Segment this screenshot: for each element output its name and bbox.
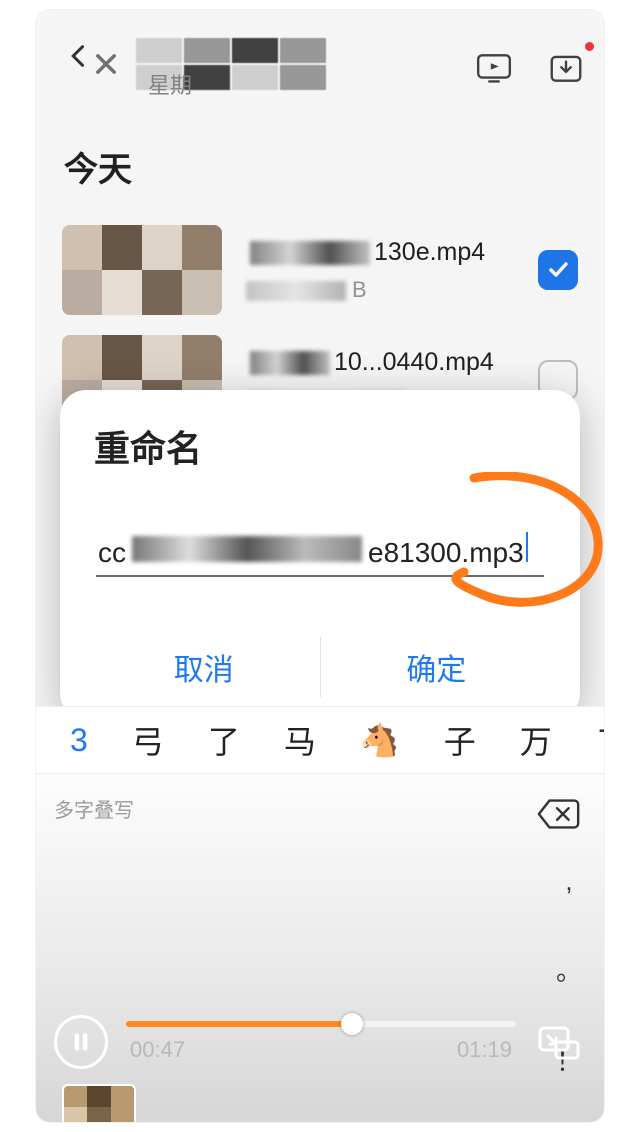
progress-knob[interactable] (341, 1013, 363, 1035)
file-name: 10...0440.mp4 (246, 348, 514, 377)
time-total: 01:19 (457, 1037, 512, 1063)
download-box-icon[interactable] (544, 46, 588, 90)
list-item[interactable]: 130e.mp4 B (56, 215, 584, 325)
cancel-button[interactable]: 取消 (88, 619, 320, 719)
ime-candidate[interactable]: 了 (186, 717, 262, 763)
ime-candidate[interactable]: 3 (48, 722, 110, 759)
checkbox-checked[interactable] (538, 250, 578, 290)
dialog-title: 重命名 (94, 420, 552, 472)
video-player-bar: 00:47 01:19 (36, 992, 604, 1092)
keyboard-hint: 多字叠写 (54, 794, 134, 823)
progress-slider[interactable] (126, 1021, 516, 1027)
ime-candidate-bar: 3 弓 了 马 🐴 子 万 ㄗ (36, 706, 604, 774)
ime-candidate[interactable]: 🐴 (338, 721, 422, 759)
ime-candidate[interactable]: 马 (262, 717, 338, 763)
ime-candidate[interactable]: ㄗ (574, 717, 604, 763)
time-current: 00:47 (130, 1037, 185, 1063)
video-thumbnail (62, 225, 222, 315)
weekday-label: 星期 (148, 68, 192, 100)
confirm-button[interactable]: 确定 (321, 619, 553, 719)
punct-key[interactable]: , (565, 866, 572, 897)
notification-dot (585, 42, 594, 51)
rename-input[interactable]: cce81300.mp3 (96, 532, 544, 577)
file-name: 130e.mp4 (246, 238, 514, 267)
backspace-key[interactable] (536, 796, 582, 832)
punct-key[interactable]: 。 (556, 951, 582, 988)
ime-candidate[interactable]: 万 (498, 717, 574, 763)
pause-button[interactable] (54, 1015, 108, 1069)
file-meta: B (246, 277, 514, 303)
ime-candidate[interactable]: 子 (422, 717, 498, 763)
tv-cast-icon[interactable] (472, 46, 516, 90)
mini-thumbnail[interactable] (62, 1084, 136, 1122)
progress-fill (126, 1021, 352, 1027)
close-icon[interactable] (92, 50, 120, 83)
section-title: 今天 (64, 142, 576, 191)
rename-dialog: 重命名 cce81300.mp3 取消 确定 (60, 390, 580, 719)
handwriting-keyboard[interactable]: 多字叠写 , 。 ！ 00:47 01: (36, 774, 604, 1122)
ime-candidate[interactable]: 弓 (110, 717, 186, 763)
video-list: 今天 130e.mp4 B 10...0440.mp4 (36, 102, 604, 435)
app-header: 星期 (36, 10, 604, 102)
picture-in-picture-button[interactable] (534, 1018, 582, 1066)
